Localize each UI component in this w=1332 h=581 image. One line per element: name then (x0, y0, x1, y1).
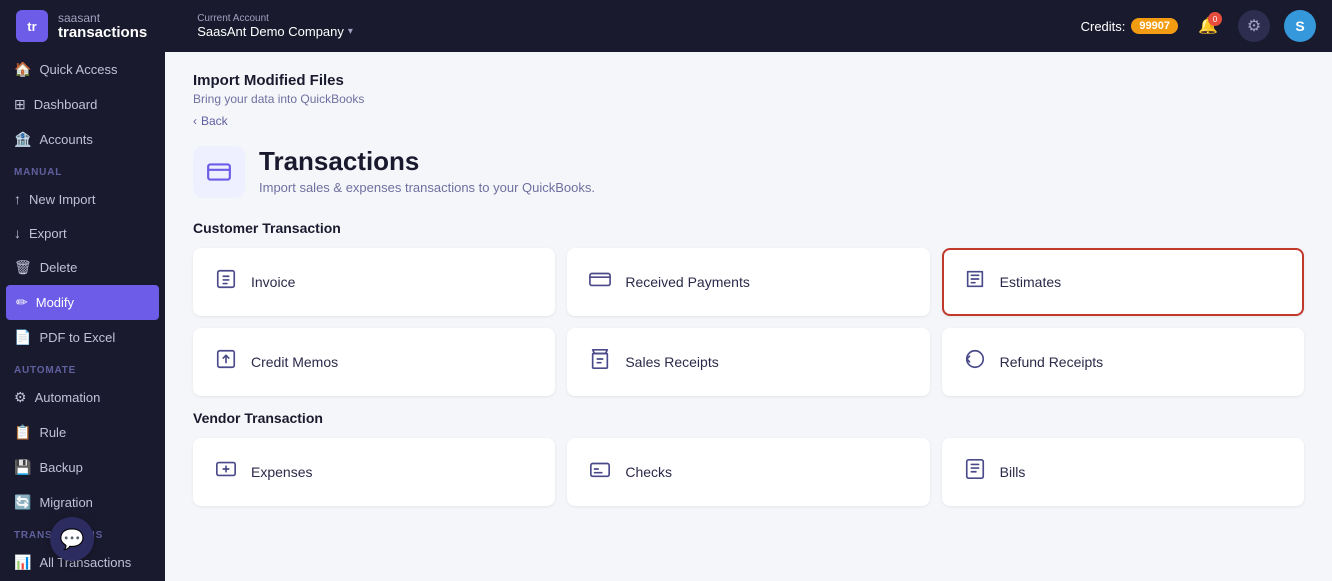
credit-memos-icon (215, 348, 237, 376)
estimates-icon (964, 268, 986, 296)
invoice-icon (215, 268, 237, 296)
sidebar-item-new-import[interactable]: ↑ New Import (0, 182, 165, 216)
app-layout: 🏠 Quick Access ⊞ Dashboard 🏦 Accounts MA… (0, 52, 1332, 581)
sidebar-item-quick-access[interactable]: 🏠 Quick Access (0, 52, 165, 87)
received-payments-icon (589, 268, 611, 296)
main-content: Import Modified Files Bring your data in… (165, 52, 1332, 581)
account-area: Current Account SaasAnt Demo Company ▾ (197, 13, 353, 39)
customer-section-label: Customer Transaction (193, 220, 1304, 236)
account-name[interactable]: SaasAnt Demo Company ▾ (197, 24, 353, 39)
automate-section-label: AUTOMATE (0, 355, 165, 380)
home-icon: 🏠 (14, 61, 31, 78)
import-icon: ↑ (14, 191, 21, 207)
app-header: tr saasant transactions Current Account … (0, 0, 1332, 52)
card-expenses[interactable]: Expenses (193, 438, 555, 506)
chevron-down-icon: ▾ (348, 26, 353, 37)
checks-icon (589, 458, 611, 486)
logo-area: tr saasant transactions (16, 10, 147, 42)
notification-button[interactable]: 🔔 0 (1192, 10, 1224, 42)
card-sales-receipts[interactable]: Sales Receipts (567, 328, 929, 396)
export-icon: ↓ (14, 225, 21, 241)
manual-section-label: MANUAL (0, 157, 165, 182)
transactions-text: Transactions Import sales & expenses tra… (259, 146, 595, 195)
page-title: Import Modified Files (193, 72, 1304, 89)
backup-icon: 💾 (14, 459, 31, 476)
logo-icon: tr (16, 10, 48, 42)
sidebar-item-backup[interactable]: 💾 Backup (0, 450, 165, 485)
credits-area: Credits: 99907 (1081, 18, 1178, 34)
card-estimates[interactable]: Estimates (942, 248, 1304, 316)
page-subtitle: Bring your data into QuickBooks (193, 92, 1304, 106)
header-right: Credits: 99907 🔔 0 ⚙ S (1081, 10, 1316, 42)
transactions-header: Transactions Import sales & expenses tra… (193, 146, 1304, 198)
sidebar: 🏠 Quick Access ⊞ Dashboard 🏦 Accounts MA… (0, 52, 165, 581)
sidebar-item-rule[interactable]: 📋 Rule (0, 415, 165, 450)
all-tx-icon: 📊 (14, 554, 31, 571)
pdf-icon: 📄 (14, 329, 31, 346)
sales-receipts-icon (589, 348, 611, 376)
accounts-icon: 🏦 (14, 131, 31, 148)
sidebar-item-export[interactable]: ↓ Export (0, 216, 165, 250)
card-refund-receipts[interactable]: Refund Receipts (942, 328, 1304, 396)
delete-icon: 🗑 (14, 259, 32, 276)
bills-icon (964, 458, 986, 486)
modify-icon: ✏ (16, 294, 28, 311)
vendor-section-label: Vendor Transaction (193, 410, 1304, 426)
chat-button[interactable]: 💬 (50, 517, 94, 561)
sidebar-item-accounts[interactable]: 🏦 Accounts (0, 122, 165, 157)
transactions-icon-box (193, 146, 245, 198)
back-link[interactable]: ‹ Back (193, 114, 1304, 128)
account-label: Current Account (197, 13, 353, 24)
logo-text: saasant transactions (58, 11, 147, 42)
vendor-cards-grid: Expenses Checks Bills (193, 438, 1304, 506)
sidebar-item-modify[interactable]: ✏ Modify (6, 285, 159, 320)
credits-badge: 99907 (1131, 18, 1178, 34)
avatar[interactable]: S (1284, 10, 1316, 42)
card-invoice[interactable]: Invoice (193, 248, 555, 316)
card-credit-memos[interactable]: Credit Memos (193, 328, 555, 396)
expenses-icon (215, 458, 237, 486)
sidebar-item-dashboard[interactable]: ⊞ Dashboard (0, 87, 165, 122)
card-bills[interactable]: Bills (942, 438, 1304, 506)
refund-receipts-icon (964, 348, 986, 376)
sidebar-item-delete[interactable]: 🗑 Delete (0, 250, 165, 285)
card-checks[interactable]: Checks (567, 438, 929, 506)
settings-button[interactable]: ⚙ (1238, 10, 1270, 42)
card-received-payments[interactable]: Received Payments (567, 248, 929, 316)
notification-badge: 0 (1208, 12, 1222, 26)
customer-cards-grid: Invoice Received Payments Estimates Cred… (193, 248, 1304, 396)
sidebar-item-pdf-to-excel[interactable]: 📄 PDF to Excel (0, 320, 165, 355)
migration-icon: 🔄 (14, 494, 31, 511)
dashboard-icon: ⊞ (14, 96, 26, 113)
sidebar-item-automation[interactable]: ⚙ Automation (0, 380, 165, 415)
rule-icon: 📋 (14, 424, 31, 441)
back-chevron-icon: ‹ (193, 114, 197, 128)
sidebar-item-migration[interactable]: 🔄 Migration (0, 485, 165, 520)
automation-icon: ⚙ (14, 389, 27, 406)
